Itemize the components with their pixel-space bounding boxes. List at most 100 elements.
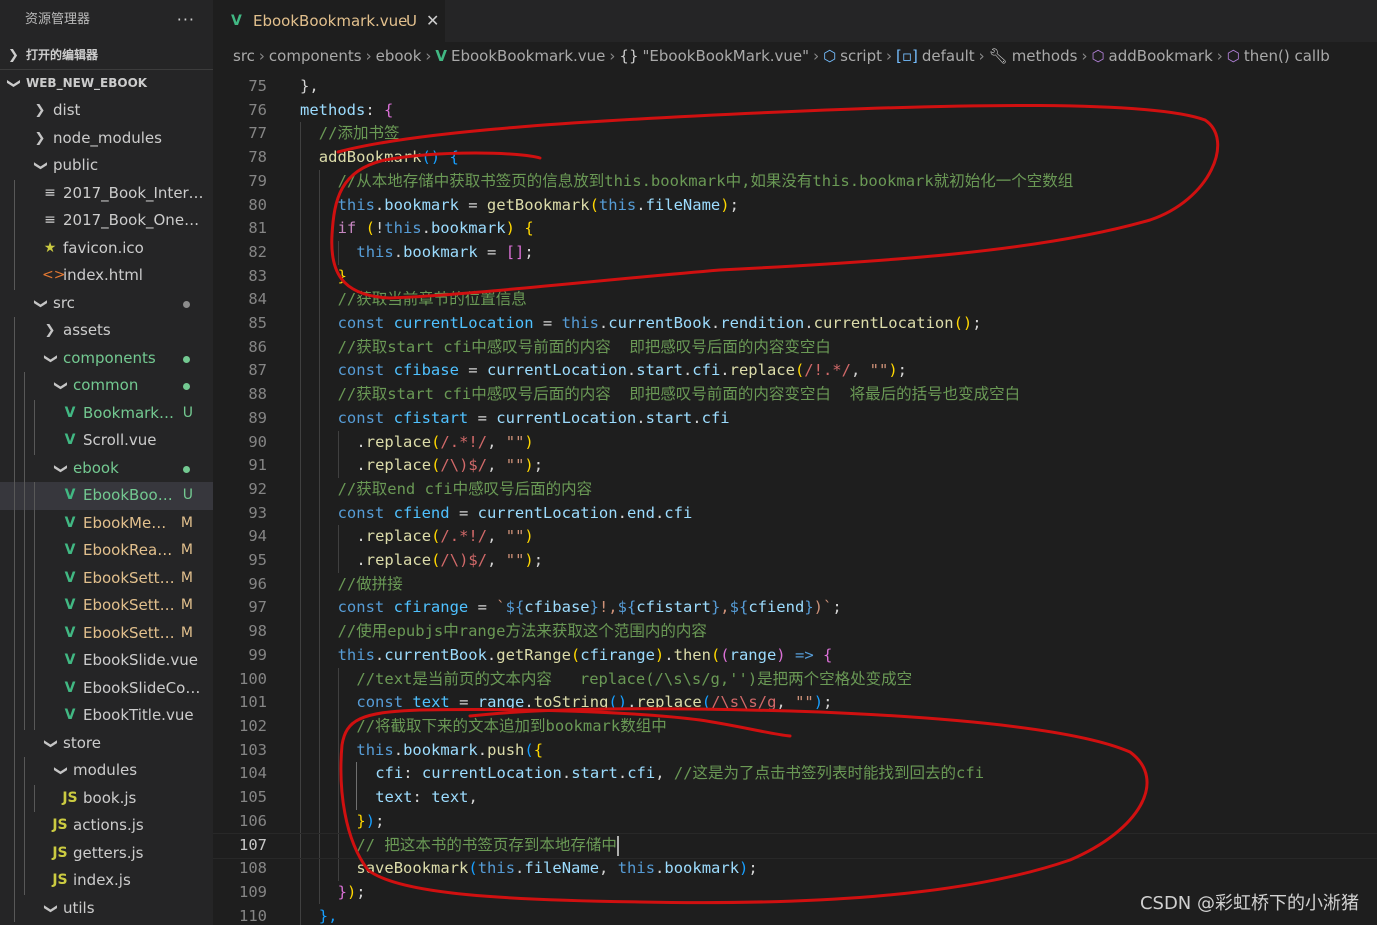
code-line[interactable]: 100 //text是当前页的文本内容 replace(/\s\s/g,'')是把… (213, 668, 1377, 692)
file-2017-book-onehun[interactable]: ≡ 2017_Book_OneHun... (0, 207, 213, 235)
folder-dist[interactable]: ❯ dist (0, 97, 213, 125)
code-token: text (375, 788, 413, 806)
tree-item-label: modules (73, 761, 138, 779)
file-ebooktitle-vue[interactable]: V EbookTitle.vue (0, 702, 213, 730)
code-token: ; (524, 242, 534, 261)
indent-guide (34, 702, 35, 730)
code-line[interactable]: 95 .replace(/\)$/, ""); (213, 549, 1377, 573)
code-line[interactable]: 107 // 把这本书的书签页存到本地存储中 (213, 833, 1377, 860)
code-token: //获取当前章节的位置信息 (337, 290, 527, 309)
folder-ebook[interactable]: ❯ ebook (0, 454, 213, 482)
code-token: this (337, 645, 375, 664)
indent-guide (14, 179, 15, 207)
file-bookmark-vue[interactable]: V Bookmark.vue U (0, 399, 213, 427)
file-ebooksettin[interactable]: V EbookSettin... M (0, 592, 213, 620)
folder-modules[interactable]: ❯ modules (0, 757, 213, 785)
code-line[interactable]: 79 //从本地存储中获取书签页的信息放到this.bookmark中,如果没有t… (213, 170, 1377, 194)
folder-store[interactable]: ❯ store (0, 729, 213, 757)
line-number: 99 (248, 645, 267, 664)
breadcrumb-item[interactable]: ⬡ addBookmark (1091, 47, 1212, 65)
code-line[interactable]: 88 //获取start cfi中感叹号后面的内容 即把感叹号前面的内容变空白 将… (213, 383, 1377, 407)
breadcrumb-item[interactable]: {} "EbookBookMark.vue" (619, 47, 809, 65)
close-icon[interactable]: ✕ (426, 0, 439, 42)
open-editors-section[interactable]: ❯ 打开的编辑器 (0, 42, 213, 69)
folder-utils[interactable]: ❯ utils (0, 894, 213, 922)
indent-guide (24, 372, 25, 400)
breadcrumb-item[interactable]: ⬡ then() callb (1227, 47, 1330, 65)
code-line[interactable]: 91 .replace(/\)$/, ""); (213, 454, 1377, 478)
file-2017-book-interdisc[interactable]: ≡ 2017_Book_Interdisc... (0, 179, 213, 207)
code-line[interactable]: 97 const cfirange = `${cfibase}!,${cfista… (213, 596, 1377, 620)
code-line[interactable]: 99 this.currentBook.getRange(cfirange).th… (213, 644, 1377, 668)
file-ebookslideconte[interactable]: V EbookSlideConte... (0, 674, 213, 702)
folder-public[interactable]: ❯ public (0, 152, 213, 180)
file-ebookmenu[interactable]: V EbookMenu... M (0, 509, 213, 537)
code-line[interactable]: 77 //添加书签 (213, 122, 1377, 146)
file-ebooksettin[interactable]: V EbookSettin... M (0, 619, 213, 647)
code-token: /!.*/ (804, 361, 851, 380)
code-line[interactable]: 103 this.bookmark.push({ (213, 739, 1377, 763)
code-token: . (692, 408, 702, 427)
file-favicon-ico[interactable]: ★ favicon.ico (0, 234, 213, 262)
folder-components[interactable]: ❯ components (0, 344, 213, 372)
code-line[interactable]: 105 text: text, (213, 786, 1377, 810)
code-line[interactable]: 98 //使用epubjs中range方法来获取这个范围内的内容 (213, 620, 1377, 644)
indent-guide (24, 757, 25, 785)
file-scroll-vue[interactable]: V Scroll.vue (0, 427, 213, 455)
line-number: 101 (239, 693, 267, 712)
code-token: . (486, 645, 497, 664)
code-line[interactable]: 89 const cfistart = currentLocation.start… (213, 407, 1377, 431)
code-token: //这是为了点击书签列表时能找到回去的cfi (673, 764, 985, 783)
code-line[interactable]: 83} (213, 265, 1377, 289)
vue-file-icon: V (64, 569, 76, 586)
file-ebookbook[interactable]: V EbookBook... U (0, 482, 213, 510)
folder-assets[interactable]: ❯ assets (0, 317, 213, 345)
breadcrumb-item[interactable]: 🔧︎ methods (989, 47, 1078, 65)
folder-node-modules[interactable]: ❯ node_modules (0, 125, 213, 153)
breadcrumb-item[interactable]: ebook (376, 47, 422, 65)
code-line[interactable]: 87 const cfibase = currentLocation.start.… (213, 359, 1377, 383)
code-line[interactable]: 106}); (213, 810, 1377, 834)
file-index-js[interactable]: JS index.js (0, 867, 213, 895)
code-line[interactable]: 102 //将截取下来的文本追加到bookmark数组中 (213, 715, 1377, 739)
more-actions-icon[interactable]: ··· (177, 0, 195, 40)
code-token: ( (570, 645, 581, 664)
code-editor[interactable]: 75}, 76 methods: {77//添加书签 78 addBookmark() … (213, 73, 1377, 925)
breadcrumb-item[interactable]: V EbookBookmark.vue (435, 47, 605, 65)
folder-src[interactable]: ❯ src (0, 290, 213, 318)
breadcrumb-item[interactable]: src (233, 47, 255, 65)
code-line[interactable]: 85 const currentLocation = this.currentBo… (213, 312, 1377, 336)
code-line[interactable]: 101 const text = range.toString().replace… (213, 691, 1377, 715)
code-line[interactable]: 92 //获取end cfi中感叹号后面的内容 (213, 478, 1377, 502)
breadcrumb-item[interactable]: ⬡ script (823, 47, 882, 65)
code-line[interactable]: 75}, (213, 75, 1377, 99)
code-line[interactable]: 82 this.bookmark = []; (213, 241, 1377, 265)
code-line[interactable]: 84 //获取当前章节的位置信息 (213, 288, 1377, 312)
file-ebooksettin[interactable]: V EbookSettin... M (0, 564, 213, 592)
breadcrumb-item[interactable]: components (269, 47, 362, 65)
code-line[interactable]: 80 this.bookmark = getBookmark(this.fileN… (213, 194, 1377, 218)
code-line[interactable]: 78 addBookmark() { (213, 146, 1377, 170)
code-line[interactable]: 93 const cfiend = currentLocation.end.cfi (213, 502, 1377, 526)
code-line[interactable]: 86 //获取start cfi中感叹号前面的内容 即把感叹号后面的内容变空白 (213, 336, 1377, 360)
code-line[interactable]: 76 methods: { (213, 99, 1377, 123)
code-line[interactable]: 90 .replace(/.*!/, "") (213, 431, 1377, 455)
code-line[interactable]: 81 if (!this.bookmark) { (213, 217, 1377, 241)
breadcrumb-item[interactable]: [▫] default (896, 47, 975, 65)
folder-common[interactable]: ❯ common (0, 372, 213, 400)
file-ebookread[interactable]: V EbookRead... M (0, 537, 213, 565)
indent-guide (14, 262, 15, 290)
file-index-html[interactable]: <> index.html (0, 262, 213, 290)
indent-guide (14, 757, 15, 785)
project-section[interactable]: ❯ WEB_NEW_EBOOK (0, 70, 213, 97)
file-getters-js[interactable]: JS getters.js (0, 839, 213, 867)
file-book-js[interactable]: JS book.js (0, 784, 213, 812)
file-actions-js[interactable]: JS actions.js (0, 812, 213, 840)
code-line[interactable]: 104 cfi: currentLocation.start.cfi, //这是为… (213, 762, 1377, 786)
code-line[interactable]: 108 saveBookmark(this.fileName, this.book… (213, 857, 1377, 881)
file-ebookslide-vue[interactable]: V EbookSlide.vue (0, 647, 213, 675)
tab-ebookbookmark-vue[interactable]: V EbookBookmark.vue U ✕ (213, 0, 445, 42)
code-line[interactable]: 94 .replace(/.*!/, "") (213, 525, 1377, 549)
tree-item-label: EbookMenu... (83, 513, 175, 532)
code-line[interactable]: 96 //做拼接 (213, 573, 1377, 597)
